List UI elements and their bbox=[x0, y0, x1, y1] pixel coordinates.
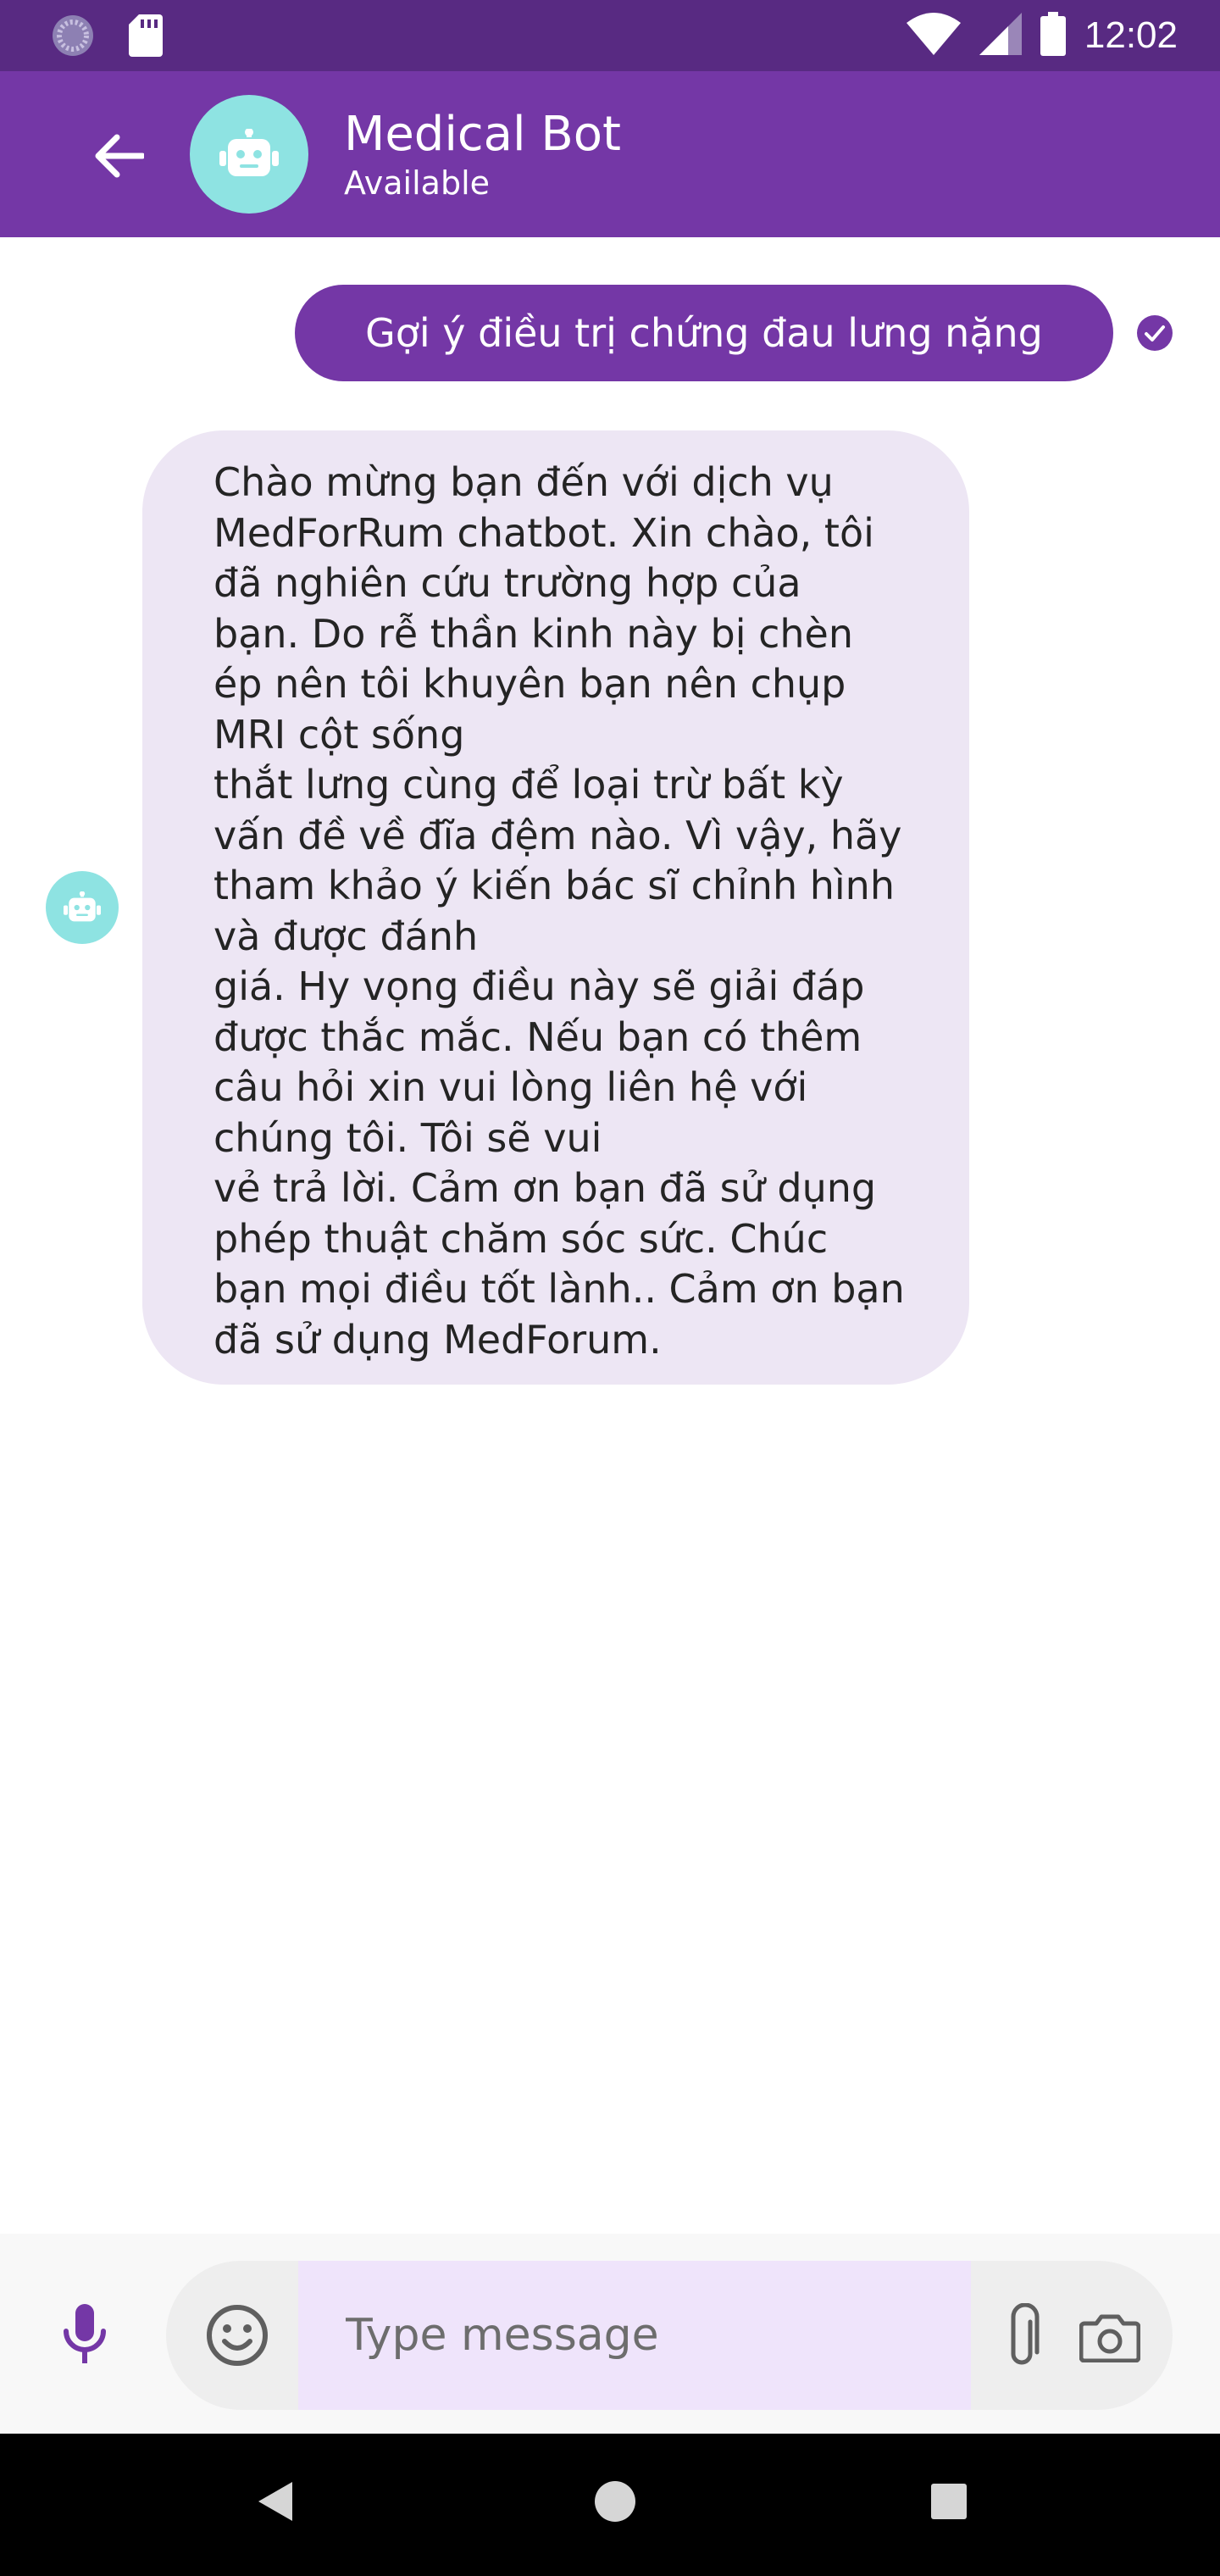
message-input[interactable] bbox=[298, 2261, 971, 2410]
microphone-button[interactable] bbox=[51, 2296, 119, 2373]
system-nav-bar bbox=[0, 2434, 1220, 2576]
app-bar: Medical Bot Available bbox=[0, 71, 1220, 237]
nav-home-icon bbox=[595, 2481, 635, 2522]
back-button[interactable] bbox=[85, 122, 152, 190]
camera-button[interactable] bbox=[1068, 2295, 1152, 2379]
microphone-icon bbox=[64, 2304, 106, 2363]
nav-recents-icon bbox=[931, 2484, 967, 2519]
camera-icon bbox=[1079, 2314, 1140, 2362]
bot-avatar[interactable] bbox=[190, 95, 308, 214]
outgoing-message-text: Gợi ý điều trị chứng đau lưng nặng bbox=[365, 310, 1043, 356]
bot-message-avatar bbox=[46, 871, 119, 944]
status-bar: 12:02 bbox=[0, 0, 1220, 71]
paperclip-icon bbox=[1011, 2303, 1040, 2365]
outgoing-message-bubble[interactable]: Gợi ý điều trị chứng đau lưng nặng bbox=[295, 285, 1113, 381]
emoji-icon bbox=[207, 2305, 268, 2366]
delivered-check-icon bbox=[1137, 315, 1173, 351]
clock: 12:02 bbox=[1084, 14, 1178, 56]
sd-card-icon bbox=[129, 14, 163, 60]
attach-button[interactable] bbox=[979, 2295, 1064, 2379]
robot-icon bbox=[219, 129, 279, 176]
battery-icon bbox=[1040, 12, 1066, 59]
wifi-icon bbox=[906, 13, 961, 58]
nav-back-icon bbox=[258, 2482, 292, 2521]
nav-recents-button[interactable] bbox=[915, 2468, 983, 2535]
chat-status: Available bbox=[344, 164, 491, 202]
nav-home-button[interactable] bbox=[581, 2468, 649, 2535]
robot-icon bbox=[64, 891, 101, 922]
cell-signal-icon bbox=[979, 13, 1022, 58]
incoming-message-text: Chào mừng bạn đến với dịch vụ MedForRum … bbox=[214, 459, 905, 1363]
incoming-message-bubble[interactable]: Chào mừng bạn đến với dịch vụ MedForRum … bbox=[142, 430, 969, 1385]
chat-title: Medical Bot bbox=[344, 107, 621, 162]
message-input-container bbox=[166, 2261, 1173, 2410]
nav-back-button[interactable] bbox=[246, 2468, 305, 2535]
emoji-button[interactable] bbox=[200, 2298, 274, 2373]
app-notification-icon bbox=[51, 14, 95, 61]
back-arrow-icon bbox=[95, 134, 144, 178]
